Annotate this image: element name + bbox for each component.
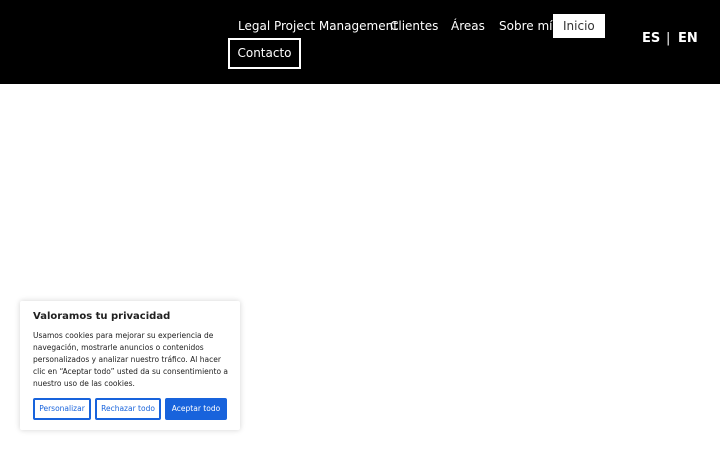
nav-item-legal-project-management[interactable]: Legal Project Management bbox=[238, 14, 398, 38]
site-header: Legal Project Management Clientes Áreas … bbox=[0, 0, 720, 84]
nav-item-clientes[interactable]: Clientes bbox=[390, 14, 438, 38]
customize-button[interactable]: Personalizar bbox=[33, 398, 91, 420]
cookie-banner: Valoramos tu privacidad Usamos cookies p… bbox=[20, 301, 240, 430]
lang-en[interactable]: EN bbox=[678, 29, 698, 49]
reject-all-button[interactable]: Rechazar todo bbox=[95, 398, 161, 420]
lang-es[interactable]: ES bbox=[642, 29, 660, 49]
nav-item-sobre-mi[interactable]: Sobre mí bbox=[499, 14, 552, 38]
accept-all-button[interactable]: Aceptar todo bbox=[165, 398, 227, 420]
cookie-body: Usamos cookies para mejorar su experienc… bbox=[33, 331, 229, 388]
cookie-title: Valoramos tu privacidad bbox=[33, 311, 171, 322]
nav-item-areas[interactable]: Áreas bbox=[451, 14, 485, 38]
nav-item-inicio[interactable]: Inicio bbox=[553, 14, 605, 38]
nav-item-contacto[interactable]: Contacto bbox=[228, 38, 301, 69]
lang-separator: | bbox=[666, 31, 671, 46]
